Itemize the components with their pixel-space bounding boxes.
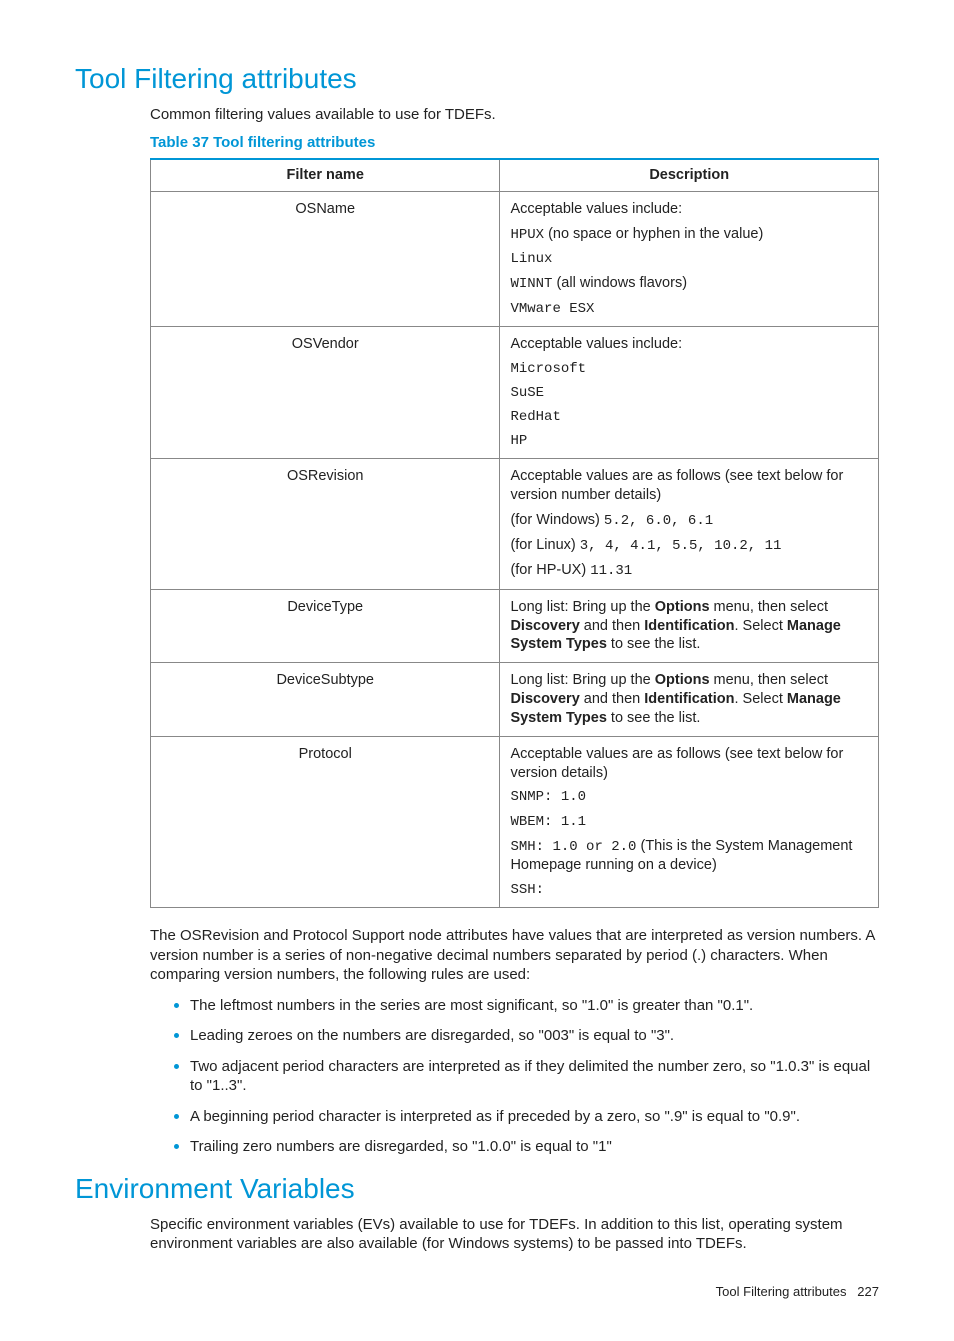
cell-filter-name: Protocol (151, 736, 500, 907)
paragraph-version-rules-intro: The OSRevision and Protocol Support node… (150, 926, 879, 985)
list-item: A beginning period character is interpre… (190, 1106, 879, 1127)
cell-filter-name: DeviceSubtype (151, 663, 500, 737)
table-caption: Table 37 Tool filtering attributes (150, 133, 879, 153)
page-footer: Tool Filtering attributes 227 (75, 1284, 879, 1301)
table-row: OSRevision Acceptable values are as foll… (151, 459, 879, 589)
heading-environment-variables: Environment Variables (75, 1171, 879, 1207)
cell-filter-name: OSVendor (151, 326, 500, 459)
list-item: Two adjacent period characters are inter… (190, 1056, 879, 1096)
footer-page-number: 227 (857, 1284, 879, 1299)
cell-filter-name: DeviceType (151, 589, 500, 663)
list-item: Leading zeroes on the numbers are disreg… (190, 1025, 879, 1046)
cell-description: Acceptable values are as follows (see te… (500, 736, 879, 907)
cell-filter-name: OSRevision (151, 459, 500, 589)
table-row: DeviceSubtype Long list: Bring up the Op… (151, 663, 879, 737)
table-row: DeviceType Long list: Bring up the Optio… (151, 589, 879, 663)
intro-text: Common filtering values available to use… (150, 105, 879, 125)
cell-description: Long list: Bring up the Options menu, th… (500, 589, 879, 663)
cell-filter-name: OSName (151, 192, 500, 327)
cell-description: Acceptable values are as follows (see te… (500, 459, 879, 589)
footer-section-title: Tool Filtering attributes (716, 1284, 847, 1299)
list-item: The leftmost numbers in the series are m… (190, 995, 879, 1016)
col-description: Description (500, 159, 879, 191)
env-vars-intro: Specific environment variables (EVs) ava… (150, 1215, 879, 1254)
cell-description: Acceptable values include: Microsoft SuS… (500, 326, 879, 459)
table-row: OSName Acceptable values include: HPUX (… (151, 192, 879, 327)
list-item: Trailing zero numbers are disregarded, s… (190, 1136, 879, 1157)
table-tool-filtering-attributes: Filter name Description OSName Acceptabl… (150, 158, 879, 908)
heading-tool-filtering-attributes: Tool Filtering attributes (75, 61, 879, 97)
version-rules-list: The leftmost numbers in the series are m… (150, 995, 879, 1157)
cell-description: Long list: Bring up the Options menu, th… (500, 663, 879, 737)
table-row: OSVendor Acceptable values include: Micr… (151, 326, 879, 459)
table-row: Protocol Acceptable values are as follow… (151, 736, 879, 907)
cell-description: Acceptable values include: HPUX (no spac… (500, 192, 879, 327)
col-filter-name: Filter name (151, 159, 500, 191)
